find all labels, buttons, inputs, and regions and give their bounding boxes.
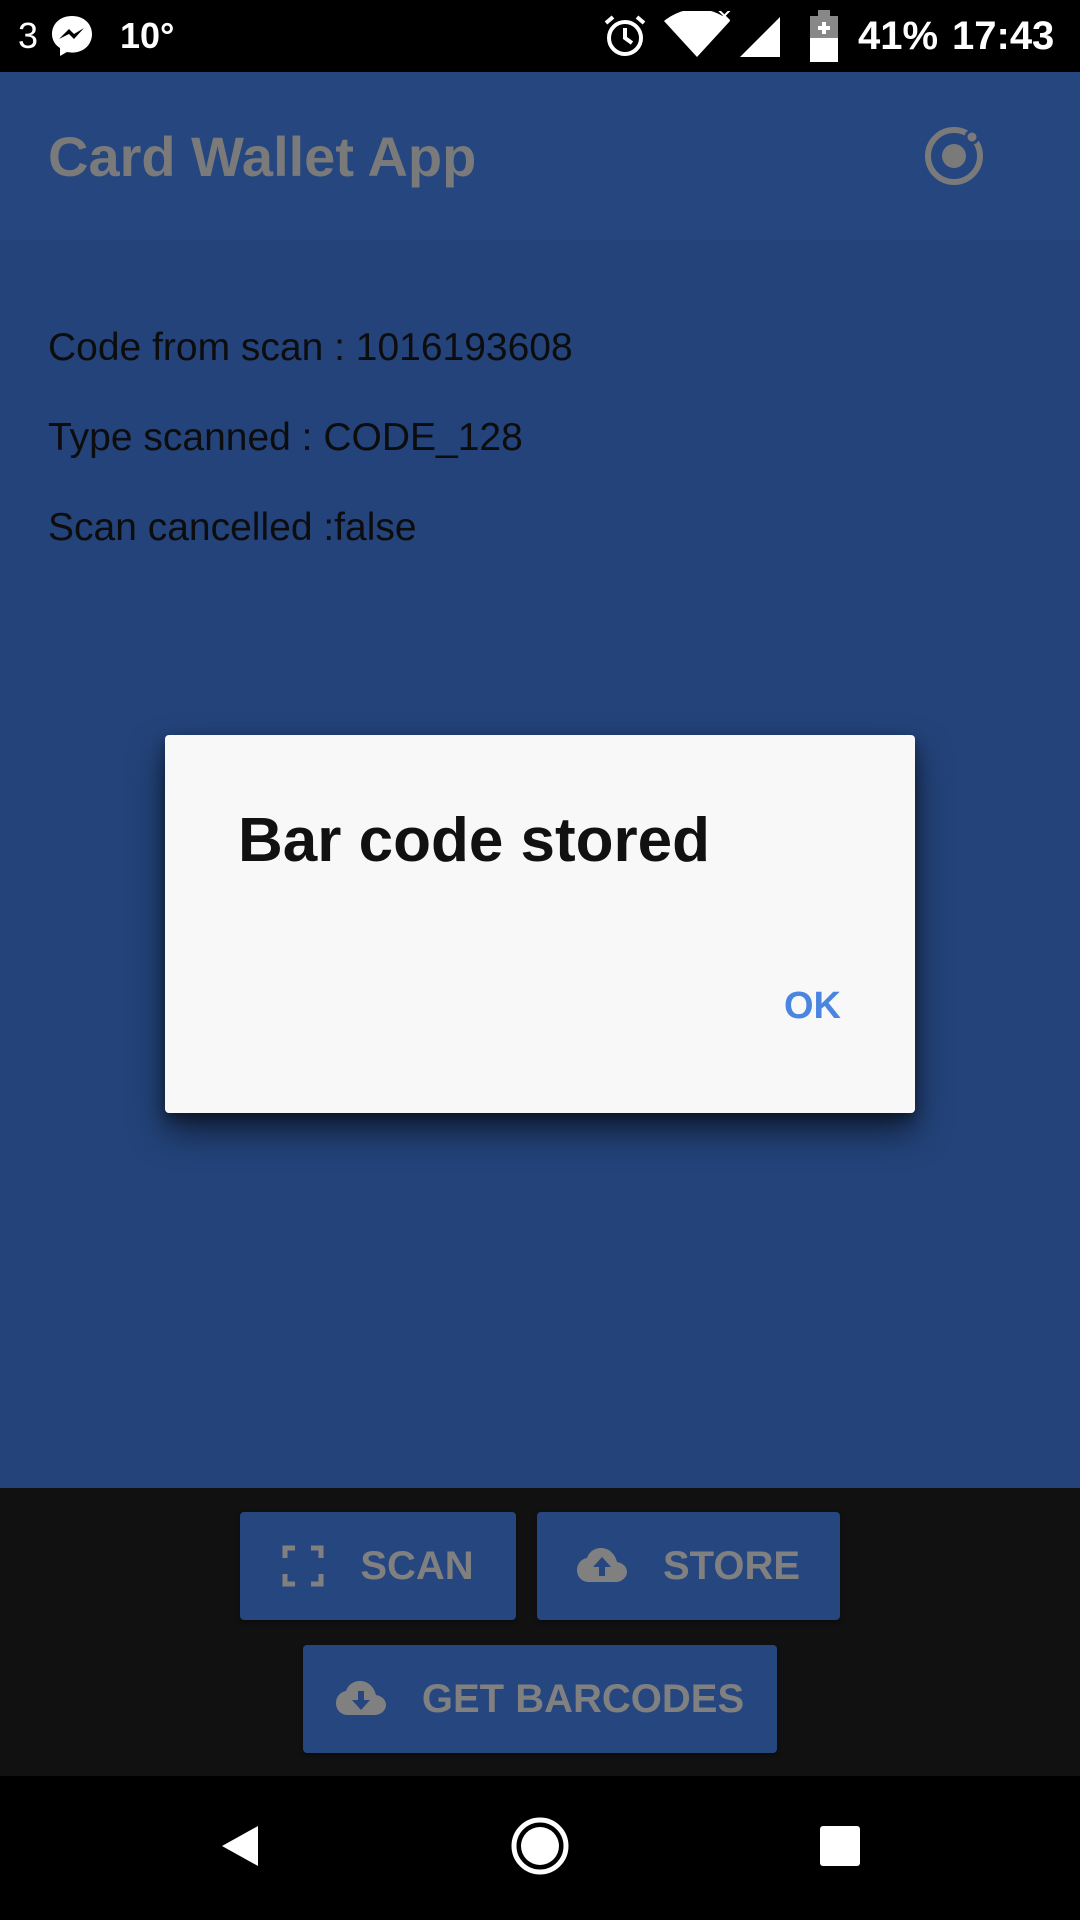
ionic-logo-icon [922, 124, 986, 188]
recents-icon [819, 1825, 861, 1872]
get-barcodes-button-label: GET BARCODES [421, 1676, 745, 1721]
battery-icon [808, 0, 840, 72]
notification-count: 3 [18, 15, 39, 56]
app-bar: Card Wallet App [0, 72, 1080, 240]
alert-dialog: Bar code stored OK [165, 735, 915, 1113]
app-title: Card Wallet App [48, 124, 477, 188]
ok-button[interactable]: OK [784, 985, 841, 1028]
scan-code-text: Code from scan : 1016193608 [48, 326, 573, 369]
wifi-icon: ✕ [662, 0, 732, 72]
signal-icon [738, 0, 782, 72]
store-button[interactable]: STORE [537, 1512, 840, 1620]
messenger-icon [48, 0, 96, 72]
back-icon [218, 1824, 262, 1873]
clock: 17:43 [952, 13, 1055, 58]
dialog-title: Bar code stored [238, 806, 711, 875]
status-bar: 3 10° ✕ 41% 17:43 [0, 0, 1080, 72]
scan-button[interactable]: SCAN [240, 1512, 516, 1620]
back-button[interactable] [200, 1776, 280, 1920]
footer-toolbar: SCAN STORE GET BARCODES [0, 1488, 1080, 1776]
cloud-download-icon [335, 1681, 386, 1717]
cloud-upload-icon [576, 1548, 627, 1584]
scan-button-label: SCAN [360, 1543, 474, 1588]
scan-cancelled-text: Scan cancelled :false [48, 506, 417, 549]
svg-text:✕: ✕ [716, 11, 732, 28]
scan-frame-icon [282, 1545, 324, 1587]
get-barcodes-button[interactable]: GET BARCODES [303, 1645, 777, 1753]
home-button[interactable] [500, 1776, 580, 1920]
battery-percent: 41% [858, 13, 939, 58]
store-button-label: STORE [662, 1543, 801, 1588]
scan-type-text: Type scanned : CODE_128 [48, 416, 523, 459]
screen: 3 10° ✕ 41% 17:43 Card Wallet App Code f… [0, 0, 1080, 1920]
temperature-text: 10° [120, 15, 175, 56]
recents-button[interactable] [800, 1776, 880, 1920]
navigation-bar [0, 1776, 1080, 1920]
home-icon [510, 1816, 570, 1881]
alarm-icon [602, 0, 648, 72]
